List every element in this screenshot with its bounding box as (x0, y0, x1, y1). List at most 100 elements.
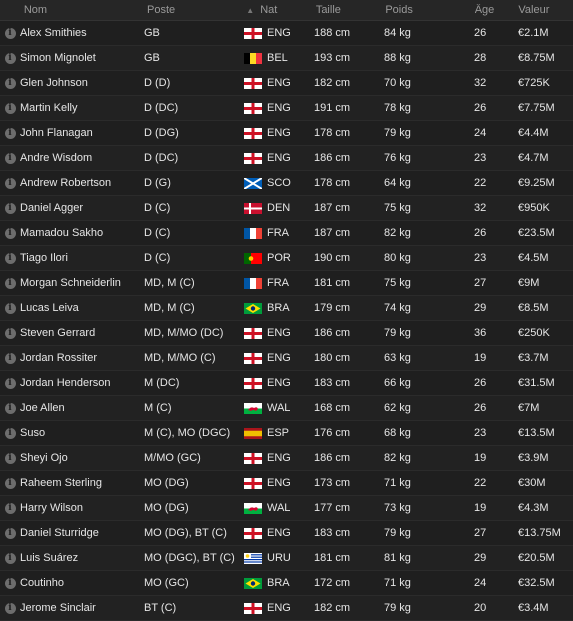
player-name[interactable]: Jordan Rossiter (20, 352, 144, 364)
info-icon[interactable]: i (4, 302, 16, 314)
info-cell[interactable]: i (0, 527, 20, 539)
info-icon[interactable]: i (4, 577, 16, 589)
table-row[interactable]: i Glen Johnson D (D) ENG 182 cm 70 kg 32 €725K (0, 71, 573, 96)
player-name[interactable]: Jerome Sinclair (20, 602, 144, 614)
table-row[interactable]: i Luis Suárez MO (DGC), BT (C) URU 181 cm 81 … (0, 546, 573, 571)
info-cell[interactable]: i (0, 552, 20, 564)
column-header-age[interactable]: Âge (475, 4, 519, 16)
info-cell[interactable]: i (0, 502, 20, 514)
info-icon[interactable]: i (4, 77, 16, 89)
table-row[interactable]: i Harry Wilson MO (DG) WAL 177 cm 73 kg 19 €4.3… (0, 496, 573, 521)
player-name[interactable]: Andrew Robertson (20, 177, 144, 189)
info-cell[interactable]: i (0, 377, 20, 389)
info-icon[interactable]: i (4, 202, 16, 214)
player-name[interactable]: Morgan Schneiderlin (20, 277, 144, 289)
info-cell[interactable]: i (0, 202, 20, 214)
player-name[interactable]: Simon Mignolet (20, 52, 144, 64)
table-row[interactable]: i Simon Mignolet GB BEL 193 cm 88 kg 28 €8.75M (0, 46, 573, 71)
info-icon[interactable]: i (4, 127, 16, 139)
info-cell[interactable]: i (0, 177, 20, 189)
table-row[interactable]: i Mamadou Sakho D (C) FRA 187 cm 82 kg 26 €23.5… (0, 221, 573, 246)
table-row[interactable]: i John Flanagan D (DG) ENG 178 cm 79 kg 24 €4.4… (0, 121, 573, 146)
column-header-name[interactable]: Nom (20, 4, 147, 16)
info-cell[interactable]: i (0, 52, 20, 64)
table-row[interactable]: i Lucas Leiva MD, M (C) BRA 179 cm 74 kg 29 €8.… (0, 296, 573, 321)
info-cell[interactable]: i (0, 427, 20, 439)
info-icon[interactable]: i (4, 452, 16, 464)
player-name[interactable]: Daniel Sturridge (20, 527, 144, 539)
info-cell[interactable]: i (0, 252, 20, 264)
table-row[interactable]: i Steven Gerrard MD, M/MO (DC) ENG 186 cm 79 … (0, 321, 573, 346)
table-row[interactable]: i Daniel Agger D (C) DEN 187 cm 75 kg 32 €950K (0, 196, 573, 221)
info-icon[interactable]: i (4, 277, 16, 289)
table-row[interactable]: i Andrew Robertson D (G) SCO 178 cm 64 kg 22 €9… (0, 171, 573, 196)
column-header-position[interactable]: Poste (147, 4, 246, 16)
info-icon[interactable]: i (4, 252, 16, 264)
table-row[interactable]: i Daniel Sturridge MO (DG), BT (C) ENG 183 c… (0, 521, 573, 546)
info-cell[interactable]: i (0, 577, 20, 589)
info-icon[interactable]: i (4, 552, 16, 564)
column-header-value[interactable]: Valeur (518, 4, 573, 16)
player-name[interactable]: Steven Gerrard (20, 327, 144, 339)
table-row[interactable]: i Morgan Schneiderlin MD, M (C) FRA 181 cm 75… (0, 271, 573, 296)
info-icon[interactable]: i (4, 402, 16, 414)
table-row[interactable]: i Coutinho MO (GC) BRA 172 cm 71 kg 24 €32.5M (0, 571, 573, 596)
table-row[interactable]: i Jordan Henderson M (DC) ENG 183 cm 66 kg 26 €… (0, 371, 573, 396)
player-name[interactable]: Glen Johnson (20, 77, 144, 89)
player-name[interactable]: Raheem Sterling (20, 477, 144, 489)
player-name[interactable]: Harry Wilson (20, 502, 144, 514)
player-name[interactable]: Suso (20, 427, 144, 439)
info-cell[interactable]: i (0, 452, 20, 464)
column-header-nat[interactable]: ▲ Nat (246, 4, 316, 16)
player-name[interactable]: Coutinho (20, 577, 144, 589)
info-cell[interactable]: i (0, 77, 20, 89)
info-icon[interactable]: i (4, 352, 16, 364)
info-cell[interactable]: i (0, 327, 20, 339)
info-icon[interactable]: i (4, 152, 16, 164)
info-icon[interactable]: i (4, 377, 16, 389)
info-cell[interactable]: i (0, 227, 20, 239)
player-name[interactable]: John Flanagan (20, 127, 144, 139)
info-icon[interactable]: i (4, 102, 16, 114)
info-cell[interactable]: i (0, 477, 20, 489)
player-name[interactable]: Alex Smithies (20, 27, 144, 39)
info-icon[interactable]: i (4, 502, 16, 514)
info-icon[interactable]: i (4, 177, 16, 189)
table-row[interactable]: i Raheem Sterling MO (DG) ENG 173 cm 71 kg 22 €… (0, 471, 573, 496)
info-cell[interactable]: i (0, 302, 20, 314)
table-row[interactable]: i Joe Allen M (C) WAL 168 cm 62 kg 26 €7M (0, 396, 573, 421)
info-icon[interactable]: i (4, 527, 16, 539)
column-header-size[interactable]: Taille (316, 4, 386, 16)
table-row[interactable]: i Andre Wisdom D (DC) ENG 186 cm 76 kg 23 €4.7M (0, 146, 573, 171)
info-cell[interactable]: i (0, 352, 20, 364)
column-header-weight[interactable]: Poids (385, 4, 474, 16)
table-row[interactable]: i Alex Smithies GB ENG 188 cm 84 kg 26 €2.1M (0, 21, 573, 46)
info-icon[interactable]: i (4, 427, 16, 439)
player-name[interactable]: Andre Wisdom (20, 152, 144, 164)
info-icon[interactable]: i (4, 477, 16, 489)
player-name[interactable]: Jordan Henderson (20, 377, 144, 389)
player-name[interactable]: Lucas Leiva (20, 302, 144, 314)
table-row[interactable]: i Suso M (C), MO (DGC) ESP 176 cm 68 kg 23 €13.… (0, 421, 573, 446)
player-name[interactable]: Tiago Ilori (20, 252, 144, 264)
player-name[interactable]: Luis Suárez (20, 552, 144, 564)
info-cell[interactable]: i (0, 127, 20, 139)
info-cell[interactable]: i (0, 277, 20, 289)
table-row[interactable]: i Sheyi Ojo M/MO (GC) ENG 186 cm 82 kg 19 €3.9M (0, 446, 573, 471)
info-icon[interactable]: i (4, 27, 16, 39)
player-name[interactable]: Martin Kelly (20, 102, 144, 114)
info-cell[interactable]: i (0, 402, 20, 414)
info-cell[interactable]: i (0, 152, 20, 164)
player-name[interactable]: Sheyi Ojo (20, 452, 144, 464)
info-cell[interactable]: i (0, 602, 20, 614)
info-icon[interactable]: i (4, 227, 16, 239)
info-cell[interactable]: i (0, 102, 20, 114)
table-row[interactable]: i Tiago Ilori D (C) POR 190 cm 80 kg 23 €4.5M (0, 246, 573, 271)
player-name[interactable]: Daniel Agger (20, 202, 144, 214)
player-name[interactable]: Joe Allen (20, 402, 144, 414)
info-icon[interactable]: i (4, 327, 16, 339)
info-cell[interactable]: i (0, 27, 20, 39)
table-row[interactable]: i Martin Kelly D (DC) ENG 191 cm 78 kg 26 €7.75… (0, 96, 573, 121)
table-row[interactable]: i Jordan Rossiter MD, M/MO (C) ENG 180 cm 63 … (0, 346, 573, 371)
player-name[interactable]: Mamadou Sakho (20, 227, 144, 239)
